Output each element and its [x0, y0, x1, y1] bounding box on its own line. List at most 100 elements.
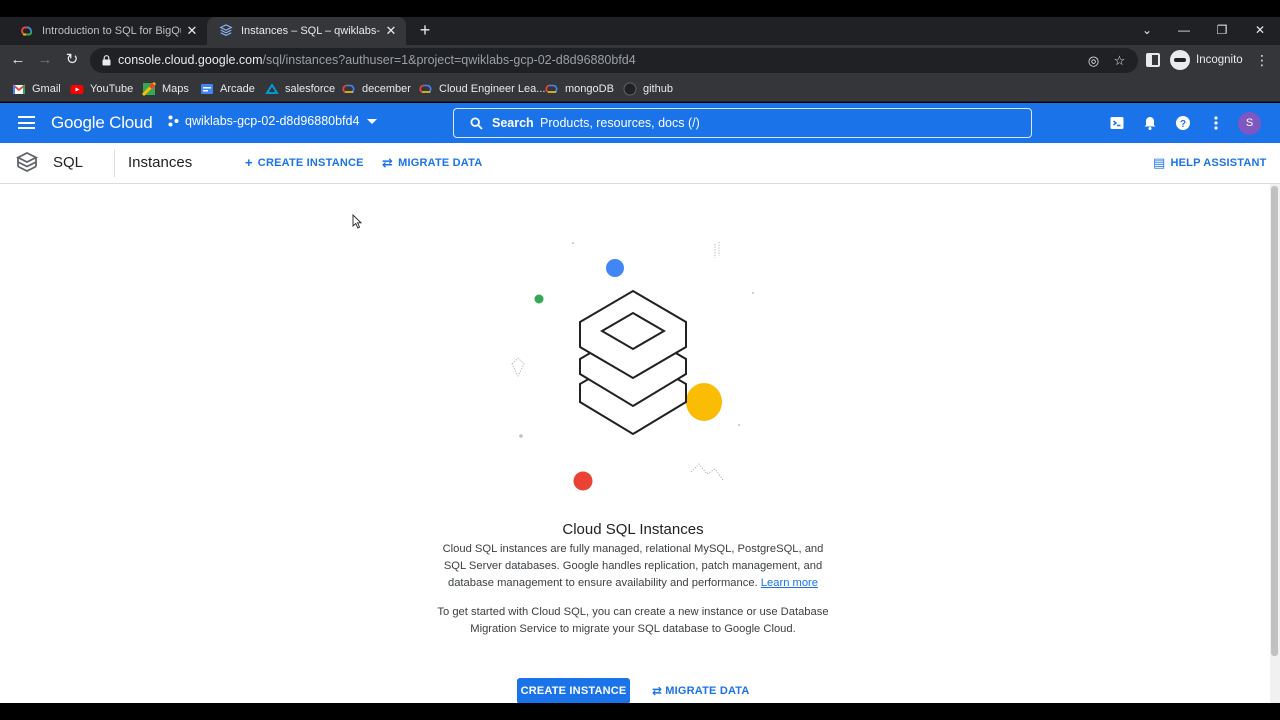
bookmark-label: Gmail [32, 83, 61, 95]
yellow-blob [686, 383, 722, 421]
learn-more-link[interactable]: Learn more [761, 577, 818, 589]
more-vert-icon[interactable] [1208, 115, 1224, 131]
help-icon[interactable]: ? [1175, 115, 1191, 131]
new-tab-icon[interactable]: + [416, 21, 434, 39]
salesforce-icon [265, 83, 279, 94]
cloud-shell-icon[interactable] [1109, 115, 1125, 131]
bookmark-mongodb[interactable]: mongoDB [545, 81, 614, 97]
bookmark-gmail[interactable]: Gmail [12, 81, 61, 97]
scrollbar-thumb[interactable] [1271, 186, 1278, 656]
project-dots-icon [168, 115, 179, 127]
main-content: Cloud SQL Instances Cloud SQL instances … [0, 184, 1270, 703]
help-assistant-label: HELP ASSISTANT [1170, 157, 1267, 169]
side-panel-icon[interactable] [1146, 53, 1160, 67]
incognito-icon [1170, 50, 1190, 70]
bookmark-label: github [643, 83, 673, 95]
bottom-letterbox [0, 703, 1280, 720]
bookmark-label: Cloud Engineer Lea... [439, 83, 546, 95]
google-cloud-logo[interactable]: Google Cloud [51, 113, 153, 133]
minimize-icon[interactable]: — [1175, 21, 1193, 39]
profile-label: Incognito [1196, 54, 1243, 66]
user-avatar[interactable]: S [1238, 112, 1261, 135]
tab-title: Introduction to SQL for BigQuery [42, 25, 181, 37]
page-scrollbar[interactable] [1270, 184, 1280, 703]
reload-icon[interactable]: ↻ [64, 52, 80, 68]
blue-dot [606, 259, 624, 277]
project-picker[interactable]: qwiklabs-gcp-02-d8d96880bfd4 [168, 114, 378, 128]
bookmark-youtube[interactable]: YouTube [70, 81, 133, 97]
search-icon [470, 117, 483, 130]
create-instance-button[interactable]: + CREATE INSTANCE [245, 155, 364, 170]
url-path: /sql/instances?authuser=1&project=qwikla… [262, 53, 636, 67]
menu-icon[interactable] [18, 116, 35, 129]
migrate-data-label: MIGRATE DATA [665, 685, 750, 697]
github-icon [623, 82, 637, 96]
bookmark-github[interactable]: github [623, 81, 673, 97]
bookmark-label: YouTube [90, 83, 134, 95]
close-icon[interactable]: ✕ [185, 24, 199, 38]
star-icon[interactable]: ☆ [1112, 53, 1127, 68]
url-host: console.cloud.google.com [118, 53, 263, 67]
gmail-icon [12, 84, 26, 94]
tab-title: Instances – SQL – qwiklabs-gcp-0 [241, 25, 380, 37]
browser-tab-strip: Introduction to SQL for BigQuery ✕ Insta… [0, 17, 1280, 45]
notifications-icon[interactable] [1142, 115, 1158, 131]
back-icon[interactable]: ← [10, 52, 26, 68]
bookmark-maps[interactable]: Maps [142, 81, 189, 97]
restore-icon[interactable]: ❐ [1213, 21, 1231, 39]
lock-icon [102, 55, 111, 66]
bookmark-cloud-engineer[interactable]: Cloud Engineer Lea... [419, 81, 545, 97]
browser-menu-icon[interactable]: ⋮ [1255, 52, 1269, 69]
swap-arrows-icon: ⇄ [382, 155, 394, 170]
help-assistant-button[interactable]: ▤ HELP ASSISTANT [1153, 155, 1267, 170]
product-name[interactable]: SQL [53, 154, 83, 171]
incognito-profile[interactable]: Incognito [1170, 49, 1243, 71]
bookmark-salesforce[interactable]: salesforce [265, 81, 335, 97]
dropdown-arrow-icon [367, 118, 378, 124]
cloud-sql-icon [16, 151, 38, 173]
chat-icon: ▤ [1153, 155, 1166, 170]
project-name: qwiklabs-gcp-02-d8d96880bfd4 [185, 114, 360, 128]
mouse-cursor-icon [352, 214, 362, 229]
browser-tab[interactable]: Introduction to SQL for BigQuery ✕ [8, 17, 207, 45]
bookmarks-bar: Gmail YouTube Maps Arcade salesforce dec… [0, 76, 1280, 102]
bookmark-label: Maps [162, 83, 189, 95]
window-close-icon[interactable]: ✕ [1251, 21, 1269, 39]
migrate-data-button[interactable]: ⇄ MIGRATE DATA [382, 155, 483, 170]
search-label: Search [492, 116, 534, 130]
bookmark-arcade[interactable]: Arcade [200, 81, 255, 97]
arcade-icon [201, 84, 213, 94]
google-cloud-icon [419, 84, 432, 93]
top-letterbox [0, 0, 1280, 17]
bookmark-label: december [362, 83, 411, 95]
create-instance-primary-button[interactable]: CREATE INSTANCE [517, 678, 630, 703]
search-input[interactable] [540, 113, 1010, 133]
migrate-data-text-button[interactable]: ⇄ MIGRATE DATA [652, 684, 750, 698]
bookmark-label: mongoDB [565, 83, 614, 95]
browser-toolbar: ← → ↻ console.cloud.google.com/sql/insta… [0, 45, 1280, 76]
browser-tab-active[interactable]: Instances – SQL – qwiklabs-gcp-0 ✕ [207, 17, 406, 45]
eye-off-icon[interactable]: ◎ [1086, 53, 1101, 68]
google-cloud-icon [21, 26, 33, 36]
migrate-data-label: MIGRATE DATA [398, 157, 483, 169]
google-cloud-icon [545, 84, 558, 93]
tab-search-icon[interactable]: ⌄ [1138, 21, 1156, 39]
empty-state-description: Cloud SQL instances are fully managed, r… [433, 541, 833, 591]
bookmark-label: Arcade [220, 83, 255, 95]
youtube-icon [70, 85, 84, 94]
add-icon: + [245, 155, 253, 170]
empty-state-description-2: To get started with Cloud SQL, you can c… [437, 606, 829, 635]
empty-state-title: Cloud SQL Instances [562, 521, 704, 538]
address-bar[interactable]: console.cloud.google.com/sql/instances?a… [90, 48, 1138, 73]
bookmark-label: salesforce [285, 83, 336, 95]
bookmark-december[interactable]: december [342, 81, 411, 97]
google-cloud-icon [342, 84, 355, 93]
swap-arrows-icon: ⇄ [652, 684, 663, 698]
search-bar[interactable]: Search [453, 108, 1032, 138]
database-stack-illustration [511, 242, 754, 491]
url-text: console.cloud.google.com/sql/instances?a… [118, 53, 636, 67]
maps-icon [142, 82, 156, 96]
cloud-sql-icon [219, 24, 233, 37]
forward-icon[interactable]: → [37, 52, 53, 68]
close-icon[interactable]: ✕ [384, 24, 398, 38]
